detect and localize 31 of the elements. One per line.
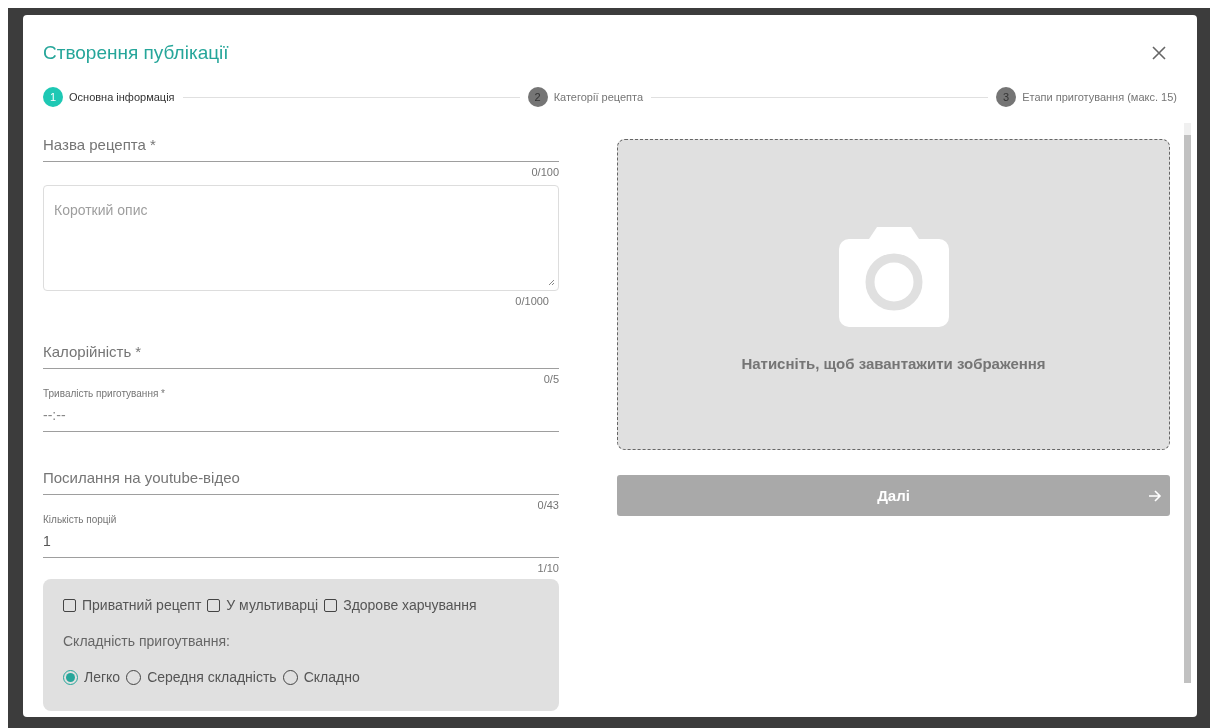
step-label[interactable]: Етапи приготування (макс. 15) (1022, 91, 1177, 103)
step-number: 3 (996, 87, 1017, 107)
step-label[interactable]: Категорії рецепта (553, 91, 644, 103)
checkbox-icon[interactable] (63, 598, 76, 612)
image-upload-area[interactable]: Натисніть, щоб завантажити зображення (617, 139, 1170, 450)
character-counter: 0/5 (543, 372, 559, 385)
step-label[interactable]: Основна інформація (69, 91, 175, 103)
character-counter: 0/100 (531, 165, 559, 178)
radio-button[interactable]: Середня складність (126, 669, 277, 685)
step-number: 1 (43, 87, 63, 107)
camera-icon (838, 227, 949, 327)
number-field[interactable]: Кількість порцій 1 (43, 514, 559, 558)
upload-hint: Натисніть, щоб завантажити зображення (741, 355, 1046, 372)
checkbox[interactable]: Приватний рецепт (63, 597, 202, 613)
number-field[interactable]: Тривалість приготування * --:-- (43, 388, 559, 432)
resize-handle-icon[interactable] (548, 279, 555, 286)
checkbox-icon[interactable] (324, 598, 338, 612)
radio-button[interactable]: Складно (282, 669, 360, 685)
dialog-title: Створення публікації (43, 42, 229, 64)
description-field[interactable]: Короткий опис (43, 185, 559, 291)
character-counter: 0/43 (537, 498, 559, 511)
checkbox[interactable]: Здорове харчування (324, 597, 477, 613)
step-number: 2 (527, 87, 548, 107)
difficulty-label: Складність пригоутвання: (63, 633, 231, 649)
character-counter: 1/10 (537, 561, 559, 574)
close-icon[interactable] (1152, 46, 1166, 60)
checkbox-icon[interactable] (207, 598, 221, 612)
checkbox[interactable]: У мультиварці (207, 597, 319, 613)
character-counter: 0/1000 (515, 294, 549, 307)
radio-button[interactable]: Легко (63, 669, 121, 685)
arrow-right-icon (1148, 489, 1162, 503)
